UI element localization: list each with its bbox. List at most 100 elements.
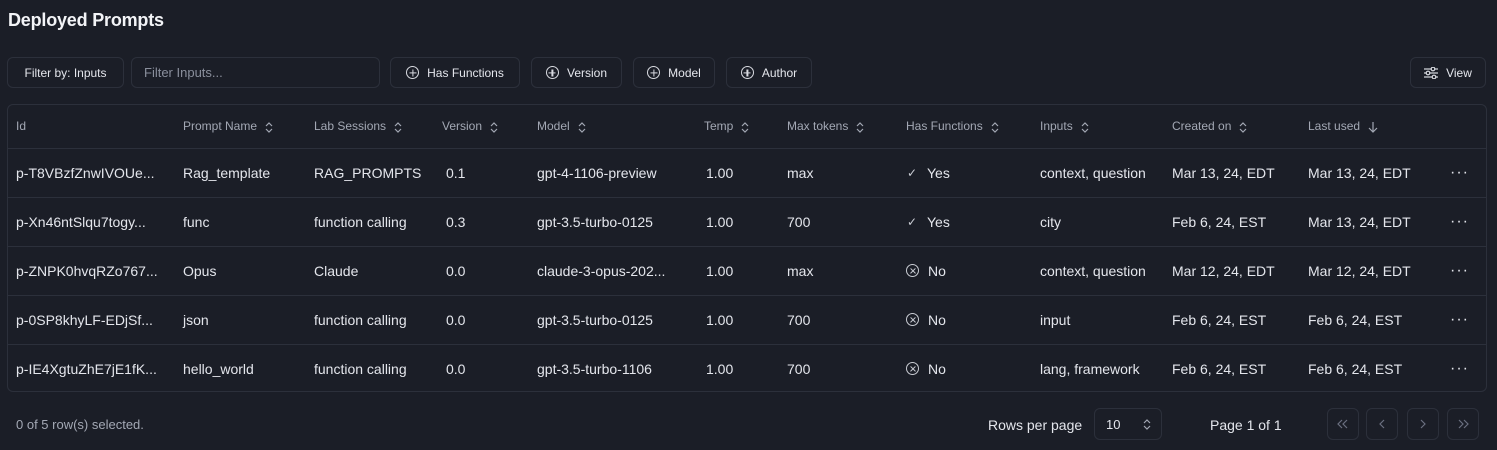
model-filter-label: Model: [668, 65, 701, 80]
has-functions-value: No: [906, 361, 1032, 377]
cell-lab-session: Claude: [306, 246, 434, 296]
cell-temp: 1.00: [696, 246, 779, 296]
column-header-last-used[interactable]: Last used: [1300, 105, 1438, 149]
cell-last-used: Feb 6, 24, EST: [1308, 360, 1403, 377]
filter-inputs-field[interactable]: [131, 57, 380, 88]
column-header-label: Prompt Name: [183, 119, 258, 134]
chevrons-up-down-icon: [265, 121, 273, 133]
chevrons-up-down-icon: [856, 121, 864, 133]
column-header-id[interactable]: Id: [8, 105, 175, 149]
table-row[interactable]: p-Xn46ntSlqu7togy... func function calli…: [8, 197, 1486, 247]
has-functions-value: ✓ Yes: [906, 165, 1032, 181]
cell-actions: ···: [1438, 197, 1486, 247]
first-page-button[interactable]: [1327, 408, 1359, 440]
arrow-down-icon: [1368, 122, 1378, 133]
cell-version: 0.0: [434, 295, 529, 345]
column-header-inputs[interactable]: Inputs: [1032, 105, 1164, 149]
cell-model: gpt-3.5-turbo-0125: [529, 197, 696, 247]
column-header-has-functions[interactable]: Has Functions: [898, 105, 1032, 149]
view-options-button[interactable]: View: [1410, 57, 1486, 88]
cell-last-used: Mar 12, 24, EDT: [1300, 246, 1438, 296]
cell-version: 0.3: [434, 197, 529, 247]
more-horizontal-icon[interactable]: ···: [1446, 359, 1473, 379]
chevrons-up-down-icon: [1081, 121, 1089, 133]
cell-created-on: Mar 12, 24, EDT: [1164, 246, 1300, 296]
version-filter-button[interactable]: Version: [531, 57, 622, 88]
table-row[interactable]: p-0SP8khyLF-EDjSf... json function calli…: [8, 295, 1486, 345]
cell-version: 0.1: [434, 148, 529, 198]
column-header-version[interactable]: Version: [434, 105, 529, 149]
chevrons-left-icon: [1337, 419, 1348, 429]
cell-actions: ···: [1438, 148, 1486, 198]
has-functions-value: No: [906, 263, 1032, 279]
cell-temp: 1.00: [696, 197, 779, 247]
previous-page-button[interactable]: [1366, 408, 1398, 440]
chevrons-up-down-icon: [394, 121, 402, 133]
column-header-prompt-name[interactable]: Prompt Name: [175, 105, 306, 149]
table-row[interactable]: p-IE4XgtuZhE7jE1fK... hello_world functi…: [8, 344, 1486, 391]
cell-prompt-name: json: [175, 295, 306, 345]
has-functions-filter-label: Has Functions: [427, 65, 504, 80]
column-header-label: Has Functions: [906, 119, 983, 134]
column-header-actions: [1438, 105, 1486, 149]
x-circle-icon: [906, 362, 919, 376]
more-horizontal-icon[interactable]: ···: [1446, 163, 1473, 183]
rows-per-page-select[interactable]: 10: [1094, 408, 1162, 440]
chevron-left-icon: [1379, 419, 1385, 429]
cell-temp: 1.00: [706, 360, 734, 377]
has-functions-text: Yes: [927, 164, 950, 181]
more-horizontal-icon[interactable]: ···: [1446, 212, 1473, 232]
cell-model: gpt-3.5-turbo-1106: [537, 360, 652, 377]
cell-actions: ···: [1438, 344, 1486, 391]
plus-circle-icon: [740, 66, 754, 79]
more-horizontal-icon[interactable]: ···: [1446, 261, 1473, 281]
column-header-label: Model: [537, 119, 570, 134]
version-filter-label: Version: [566, 65, 608, 80]
cell-has-functions: ✓ Yes: [898, 197, 1032, 247]
cell-temp: 1.00: [696, 295, 779, 345]
cell-actions: ···: [1438, 246, 1486, 296]
column-header-temp[interactable]: Temp: [696, 105, 779, 149]
has-functions-text: No: [928, 262, 946, 279]
column-header-label: Version: [442, 119, 483, 134]
column-header-label: Last used: [1308, 119, 1361, 134]
cell-has-functions: No: [898, 246, 1032, 296]
cell-id: p-0SP8khyLF-EDjSf...: [8, 295, 175, 345]
more-horizontal-icon[interactable]: ···: [1446, 310, 1473, 330]
page-info: Page 1 of 1: [1210, 417, 1282, 433]
author-filter-label: Author: [761, 65, 798, 80]
view-options-label: View: [1446, 65, 1472, 80]
cell-lab-session: function calling: [314, 360, 407, 377]
model-filter-button[interactable]: Model: [633, 57, 715, 88]
selected-rows-info: 0 of 5 row(s) selected.: [16, 417, 144, 432]
table-row[interactable]: p-ZNPK0hvqRZo767... Opus Claude 0.0 clau…: [8, 246, 1486, 296]
sliders-icon: [1424, 66, 1439, 79]
cell-temp: 1.00: [696, 148, 779, 198]
next-page-button[interactable]: [1407, 408, 1439, 440]
cell-inputs: lang, framework: [1040, 360, 1140, 377]
rows-per-page-label: Rows per page: [988, 417, 1083, 433]
has-functions-text: No: [928, 360, 946, 377]
filter-by-button[interactable]: Filter by: Inputs: [7, 57, 124, 88]
column-header-label: Lab Sessions: [314, 119, 387, 134]
has-functions-filter-button[interactable]: Has Functions: [390, 57, 520, 88]
table-row[interactable]: p-T8VBzfZnwIVOUe... Rag_template RAG_PRO…: [8, 148, 1486, 198]
cell-version: 0.0: [434, 246, 529, 296]
column-header-model[interactable]: Model: [529, 105, 696, 149]
has-functions-value: No: [906, 312, 1032, 328]
author-filter-button[interactable]: Author: [726, 57, 812, 88]
column-header-lab-sessions[interactable]: Lab Sessions: [306, 105, 434, 149]
page-title: Deployed Prompts: [8, 10, 164, 30]
cell-model: gpt-3.5-turbo-0125: [529, 295, 696, 345]
chevrons-up-down-icon: [741, 121, 749, 133]
cell-prompt-name: func: [175, 197, 306, 247]
cell-has-functions: No: [898, 344, 1032, 391]
rows-per-page-value: 10: [1106, 416, 1121, 432]
cell-inputs: city: [1032, 197, 1164, 247]
last-page-button[interactable]: [1447, 408, 1479, 440]
column-header-max-tokens[interactable]: Max tokens: [779, 105, 898, 149]
cell-created-on: Feb 6, 24, EST: [1164, 197, 1300, 247]
column-header-created-on[interactable]: Created on: [1164, 105, 1300, 149]
cell-inputs: context, question: [1032, 148, 1164, 198]
cell-lab-session: function calling: [306, 197, 434, 247]
